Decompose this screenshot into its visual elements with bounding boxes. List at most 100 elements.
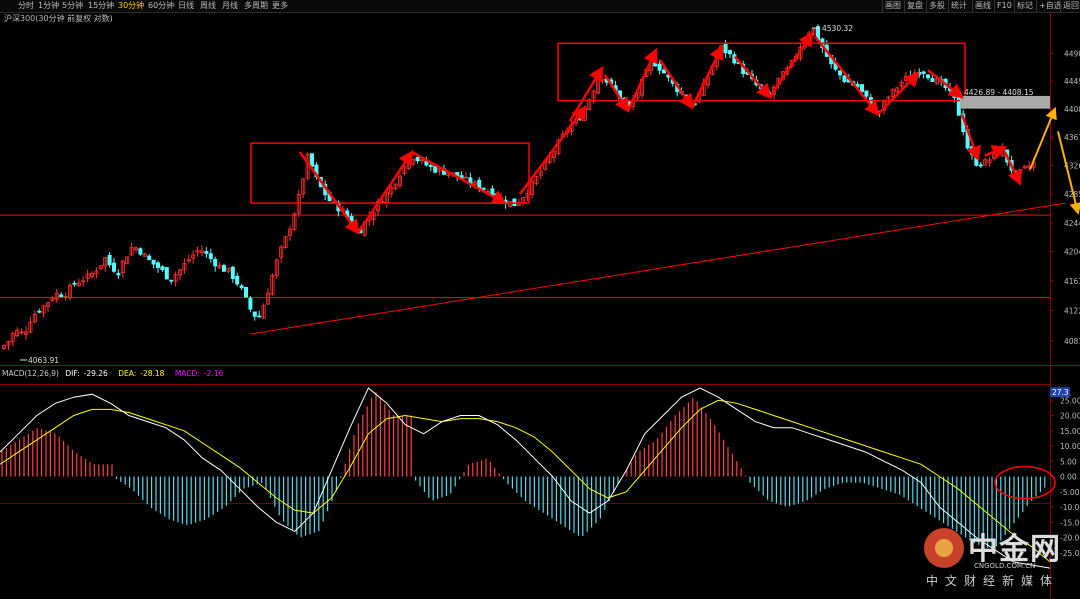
candle bbox=[270, 273, 275, 296]
candle bbox=[182, 258, 187, 274]
candle bbox=[195, 246, 200, 257]
candle-body bbox=[415, 156, 420, 162]
candle bbox=[221, 263, 226, 272]
candle-body bbox=[155, 262, 160, 268]
candle bbox=[46, 302, 51, 312]
candle bbox=[463, 171, 468, 179]
watermark-tagline: 中文财经新媒体 bbox=[926, 574, 1060, 588]
candle bbox=[54, 288, 59, 304]
candle bbox=[591, 89, 596, 105]
candle bbox=[235, 272, 240, 287]
forecast-up-arrow bbox=[1029, 106, 1057, 170]
candle bbox=[63, 292, 68, 301]
macd-tick-5: 5.00 bbox=[1060, 457, 1077, 466]
range-label: 4426.89 - 4408.15 bbox=[964, 88, 1034, 97]
trend-arrow-6 bbox=[626, 47, 658, 112]
candle bbox=[226, 267, 231, 274]
macd-name: MACD(12,26,9) bbox=[2, 369, 59, 378]
candle bbox=[160, 265, 165, 272]
candle bbox=[81, 275, 86, 288]
macd-tick-8: -10.00 bbox=[1060, 503, 1080, 512]
candle-body bbox=[433, 166, 438, 173]
candle bbox=[534, 175, 539, 186]
candle bbox=[279, 244, 284, 263]
candle-body bbox=[151, 259, 156, 265]
macd-tick-6: 0.00 bbox=[1060, 473, 1077, 482]
price-tick-0: 4490 bbox=[1064, 49, 1080, 58]
candle bbox=[252, 311, 257, 321]
candle bbox=[208, 248, 213, 263]
candle bbox=[138, 247, 143, 256]
candle bbox=[992, 153, 997, 161]
candle bbox=[151, 259, 156, 269]
candle bbox=[248, 295, 253, 313]
candle-body bbox=[653, 61, 658, 67]
candle-body bbox=[37, 310, 42, 313]
candle-body bbox=[428, 165, 433, 167]
macd-tick-7: -5.00 bbox=[1060, 488, 1080, 497]
trend-arrow-11 bbox=[814, 35, 880, 117]
trend-arrow-5 bbox=[603, 74, 630, 113]
candle bbox=[199, 245, 204, 257]
macd-tick-4: 10.00 bbox=[1060, 442, 1080, 451]
macd-highlight-circle bbox=[994, 465, 1056, 500]
candle bbox=[926, 74, 931, 81]
candle bbox=[177, 269, 182, 281]
candle-body bbox=[213, 258, 218, 267]
candle-body bbox=[59, 294, 64, 297]
candle bbox=[1022, 165, 1027, 170]
high-label: 4530.32 bbox=[822, 24, 853, 33]
candle bbox=[204, 247, 209, 258]
candlestick-chart: 4490444944084367432642854244420441634122… bbox=[0, 12, 1080, 599]
candle bbox=[23, 326, 28, 341]
candle bbox=[50, 295, 55, 302]
candle-body bbox=[248, 297, 253, 310]
candle bbox=[956, 95, 961, 116]
candle bbox=[265, 288, 270, 305]
price-tick-2: 4408 bbox=[1064, 105, 1080, 114]
trend-arrow-16 bbox=[1003, 151, 1022, 186]
candle bbox=[411, 158, 416, 167]
candle bbox=[32, 310, 37, 324]
candle bbox=[257, 310, 262, 318]
candle-body bbox=[578, 116, 583, 121]
candle bbox=[85, 269, 90, 283]
candle-body bbox=[160, 266, 165, 271]
candle-body bbox=[252, 311, 257, 317]
cngold-logo-icon bbox=[924, 528, 964, 568]
candle bbox=[908, 70, 913, 78]
candle-body bbox=[662, 69, 667, 74]
candle bbox=[94, 267, 99, 279]
watermark: 中金网 CNGOLD.COM.CN 中文财经新媒体 bbox=[920, 528, 1080, 594]
candle bbox=[917, 68, 922, 78]
candle bbox=[155, 260, 160, 273]
candle bbox=[37, 308, 42, 314]
candle bbox=[538, 168, 543, 180]
candle-body bbox=[221, 265, 226, 272]
candles bbox=[2, 24, 1036, 351]
candle bbox=[76, 278, 81, 287]
price-tick-10: 4081 bbox=[1064, 337, 1080, 346]
candle bbox=[41, 304, 46, 318]
candle bbox=[107, 252, 112, 268]
trend-arrow-13 bbox=[927, 69, 964, 99]
candle bbox=[1018, 168, 1023, 179]
candle bbox=[72, 280, 77, 287]
candle bbox=[978, 161, 983, 169]
candle bbox=[274, 258, 279, 279]
candle-body bbox=[138, 248, 143, 255]
candle-body bbox=[208, 253, 213, 259]
candle bbox=[15, 327, 20, 338]
candle bbox=[164, 266, 169, 280]
dif-value: -29.26 bbox=[83, 369, 108, 378]
macd-tick-2: 20.00 bbox=[1060, 412, 1080, 421]
dif-label: DIF: bbox=[65, 369, 80, 378]
candle bbox=[397, 173, 402, 189]
price-tick-8: 4163 bbox=[1064, 277, 1080, 286]
candle-body bbox=[235, 275, 240, 285]
candle-body bbox=[309, 153, 314, 167]
candle-body bbox=[257, 315, 262, 318]
candle bbox=[239, 283, 244, 291]
candle bbox=[147, 253, 152, 261]
candle-body bbox=[164, 267, 169, 280]
